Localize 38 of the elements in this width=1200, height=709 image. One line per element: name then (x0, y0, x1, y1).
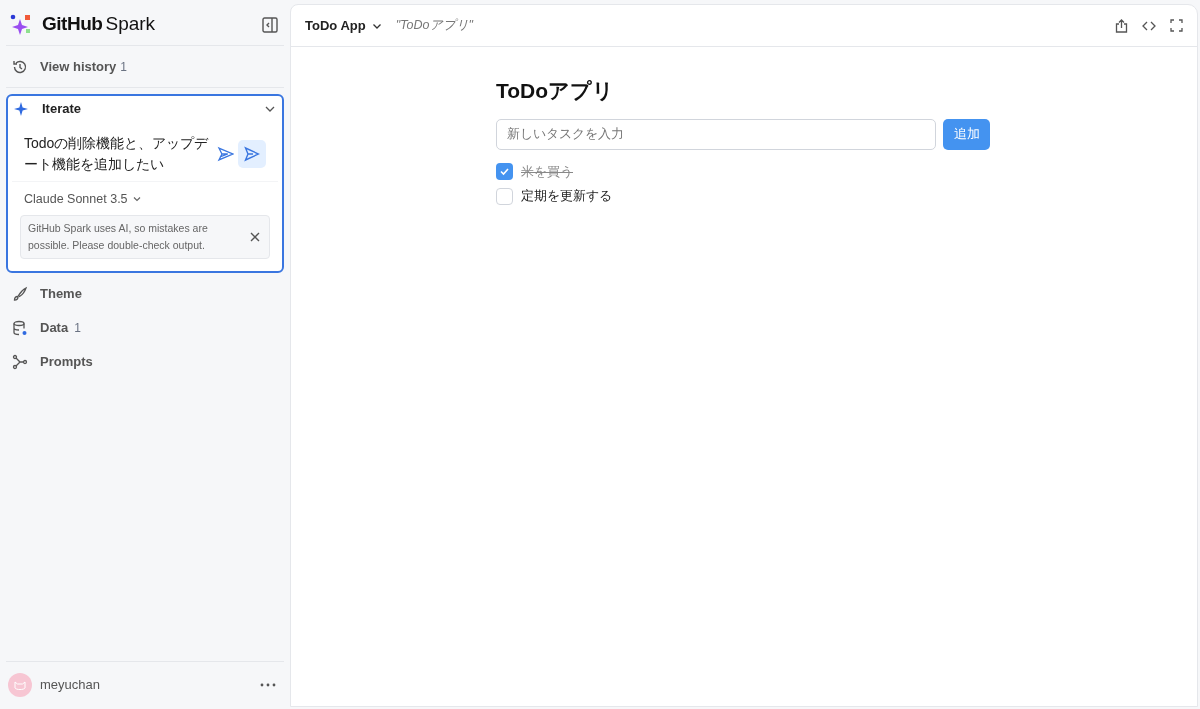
branch-icon (12, 353, 28, 370)
model-selector[interactable]: Claude Sonnet 3.5 (24, 190, 142, 209)
checkbox[interactable] (496, 188, 513, 206)
sidebar-item[interactable]: Prompts (40, 352, 93, 372)
brand-name: GitHub (42, 12, 103, 37)
sparkle-icon (14, 102, 28, 116)
spark-logo-icon (10, 13, 32, 36)
brush-icon (12, 285, 28, 302)
notice-text: GitHub Spark uses AI, so mistakes are possible. Please double-check output. (28, 220, 209, 253)
brand-product: Spark (105, 12, 156, 37)
iterate-title: Iterate (42, 100, 82, 119)
item-count: 1 (74, 319, 81, 337)
send-variant-icon[interactable] (216, 145, 235, 163)
sidebar-item[interactable]: Theme (40, 284, 82, 304)
code-icon[interactable] (1142, 19, 1156, 32)
checkbox[interactable] (496, 163, 513, 181)
close-icon[interactable] (250, 231, 260, 242)
share-icon[interactable] (1115, 18, 1128, 33)
fullscreen-icon[interactable] (1170, 19, 1183, 32)
avatar-icon (8, 672, 32, 697)
user-name: meyuchan (40, 675, 100, 694)
send-icon (244, 146, 261, 162)
prompt-input[interactable]: Todoの削除機能と、アップデート機能を追加したい (24, 133, 213, 175)
send-button[interactable] (238, 140, 266, 168)
app-selector[interactable]: ToDo App (305, 15, 382, 36)
more-icon[interactable] (260, 682, 276, 687)
history-count: 1 (120, 58, 128, 76)
view-history-link[interactable]: View history (40, 56, 117, 77)
history-icon (12, 58, 28, 75)
database-icon (12, 319, 28, 336)
sidebar-item[interactable]: Data (40, 318, 69, 338)
task-input[interactable]: 新しいタスクを入力 (496, 118, 936, 150)
app-title: "ToDoアプリ" (395, 17, 473, 35)
check-icon (499, 166, 510, 178)
task-text: 定期を更新する (521, 188, 612, 206)
sidebar-toggle-icon[interactable] (262, 16, 278, 33)
app-heading: ToDoアプリ (496, 78, 616, 104)
task-text: 米を買う (521, 163, 573, 181)
